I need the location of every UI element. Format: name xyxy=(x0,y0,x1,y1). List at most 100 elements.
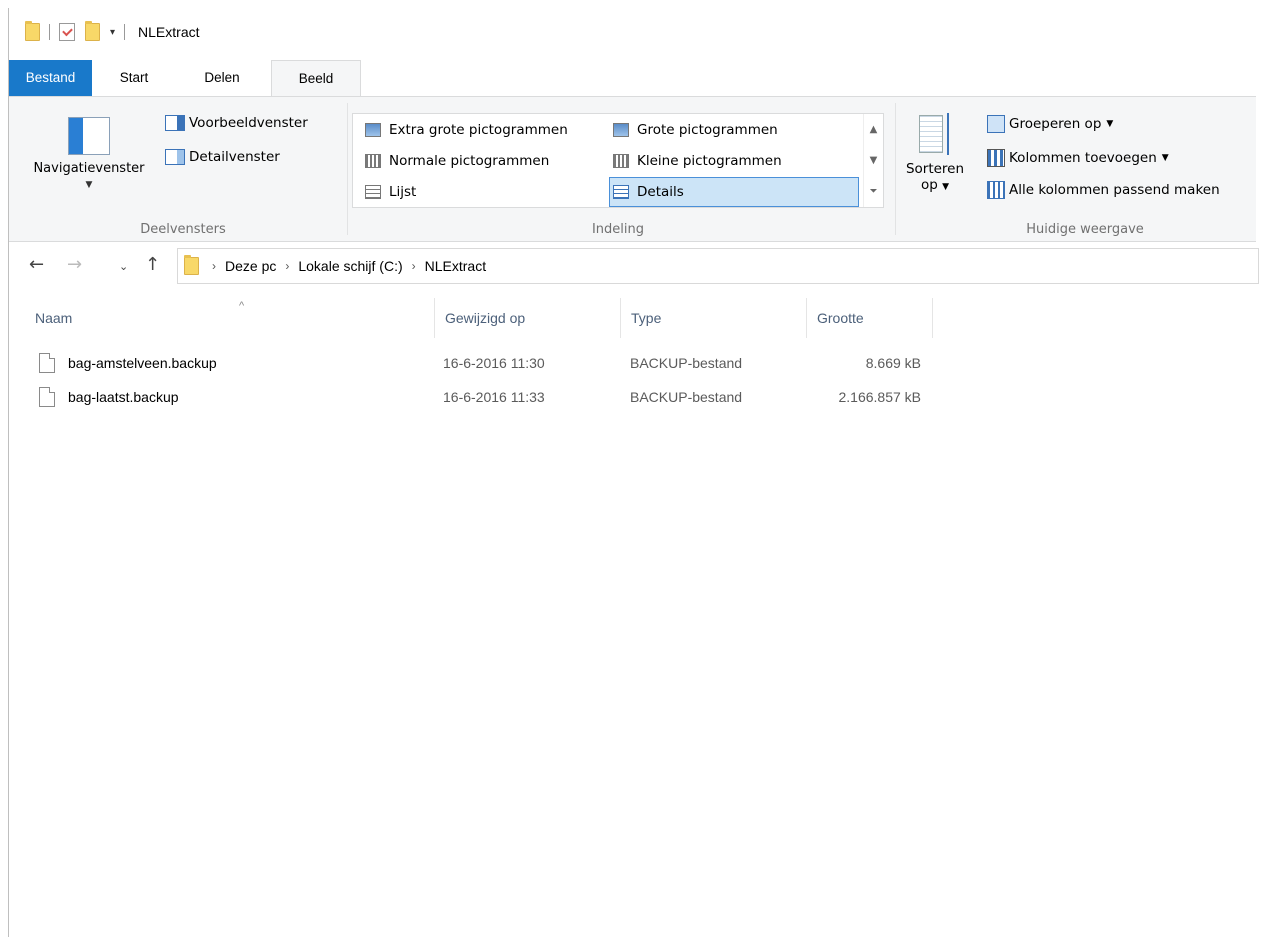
tab-view[interactable]: Beeld xyxy=(271,60,361,97)
tab-start[interactable]: Start xyxy=(105,60,163,96)
file-modified: 16-6-2016 11:33 xyxy=(443,389,545,405)
breadcrumb-separator-icon[interactable]: › xyxy=(285,259,289,273)
group-label-layout: Indeling xyxy=(591,222,645,237)
file-icon xyxy=(39,387,55,407)
layout-item-label: Lijst xyxy=(389,184,417,200)
chevron-down-icon: ▼ xyxy=(942,182,950,192)
layout-item-label: Grote pictogrammen xyxy=(637,122,778,138)
medium-icons-icon xyxy=(365,154,381,168)
layout-details[interactable]: Details xyxy=(609,177,859,207)
add-columns-label: Kolommen toevoegen xyxy=(1009,150,1157,166)
sort-icon xyxy=(917,113,953,157)
sort-by-button[interactable]: Sorteren op ▼ xyxy=(905,113,965,193)
details-icon xyxy=(613,185,629,199)
file-modified: 16-6-2016 11:30 xyxy=(443,355,545,371)
layout-small-icons[interactable]: Kleine pictogrammen xyxy=(613,146,782,176)
scroll-down-icon[interactable]: ▼ xyxy=(864,145,883,176)
column-header-label: Naam xyxy=(35,310,73,326)
column-header-modified[interactable]: Gewijzigd op xyxy=(435,298,621,338)
details-pane-button[interactable]: Detailvenster xyxy=(165,149,280,165)
ribbon-tabs: Bestand Start Delen Beeld xyxy=(9,60,1256,97)
file-type: BACKUP-bestand xyxy=(630,389,743,405)
breadcrumb-this-pc[interactable]: Deze pc xyxy=(225,258,276,274)
details-pane-label: Detailvenster xyxy=(189,149,280,165)
column-header-label: Type xyxy=(631,310,662,326)
tab-share[interactable]: Delen xyxy=(187,60,257,96)
customize-toolbar-icon[interactable]: ▾ xyxy=(110,27,115,38)
group-label-panes: Deelvensters xyxy=(140,222,226,237)
properties-icon[interactable] xyxy=(59,23,75,41)
tab-file[interactable]: Bestand xyxy=(9,60,92,96)
layout-gallery: Extra grote pictogrammen Grote pictogram… xyxy=(352,113,884,208)
file-size: 8.669 kB xyxy=(865,355,921,371)
group-label-current-view: Huidige weergave xyxy=(1026,222,1144,237)
list-icon xyxy=(365,185,381,199)
toolbar-separator xyxy=(49,24,50,40)
layout-medium-icons[interactable]: Normale pictogrammen xyxy=(365,146,549,176)
layout-large-icons[interactable]: Grote pictogrammen xyxy=(613,115,778,145)
toolbar-separator xyxy=(124,24,126,40)
layout-item-label: Normale pictogrammen xyxy=(389,153,550,169)
quick-access-toolbar: ▾ NLExtract xyxy=(25,21,200,42)
group-by-button[interactable]: Groeperen op ▼ xyxy=(987,115,1113,133)
group-by-label: Groeperen op xyxy=(1009,116,1102,132)
file-size: 2.166.857 kB xyxy=(838,389,921,405)
breadcrumb-separator-icon[interactable]: › xyxy=(412,259,416,273)
new-folder-icon[interactable] xyxy=(85,21,100,41)
file-icon xyxy=(39,353,55,373)
navigation-pane-icon xyxy=(68,117,110,155)
sort-ascending-icon: ^ xyxy=(239,300,245,312)
chevron-down-icon: ▼ xyxy=(85,180,93,190)
up-arrow-icon[interactable]: ↑ xyxy=(145,254,160,275)
extra-large-icons-icon xyxy=(365,123,381,137)
add-columns-icon xyxy=(987,149,1005,167)
layout-list[interactable]: Lijst xyxy=(365,177,416,207)
small-icons-icon xyxy=(613,154,629,168)
column-header-label: Grootte xyxy=(817,310,864,326)
group-separator xyxy=(895,103,896,235)
sort-by-label-line2: op xyxy=(920,177,938,193)
forward-arrow-icon[interactable]: → xyxy=(67,254,82,275)
fit-columns-icon xyxy=(987,181,1005,199)
fit-columns-button[interactable]: Alle kolommen passend maken xyxy=(987,181,1220,199)
preview-pane-icon xyxy=(165,115,185,131)
navigation-bar: ← → ⌄ ↑ › Deze pc › Lokale schijf (C:) ›… xyxy=(9,242,1259,290)
column-header-name[interactable]: ^ Naam xyxy=(25,298,435,338)
fit-columns-label: Alle kolommen passend maken xyxy=(1009,182,1220,198)
folder-icon[interactable] xyxy=(25,21,40,41)
sort-by-label-line1: Sorteren xyxy=(905,161,965,177)
ribbon: Navigatievenster ▼ Voorbeeldvenster Deta… xyxy=(9,96,1256,242)
chevron-down-icon[interactable]: ⌄ xyxy=(119,260,128,273)
column-header-size[interactable]: Grootte xyxy=(807,298,933,338)
column-header-label: Gewijzigd op xyxy=(445,310,526,326)
layout-item-label: Details xyxy=(637,184,684,200)
file-name: bag-amstelveen.backup xyxy=(68,355,217,371)
preview-pane-button[interactable]: Voorbeeldvenster xyxy=(165,115,308,131)
large-icons-icon xyxy=(613,123,629,137)
table-row[interactable]: bag-laatst.backup 16-6-2016 11:33 BACKUP… xyxy=(9,382,929,412)
layout-extra-large-icons[interactable]: Extra grote pictogrammen xyxy=(365,115,568,145)
group-by-icon xyxy=(987,115,1005,133)
breadcrumb-local-disk[interactable]: Lokale schijf (C:) xyxy=(298,258,402,274)
column-header-type[interactable]: Type xyxy=(621,298,807,338)
chevron-down-icon: ▼ xyxy=(1161,153,1169,163)
file-name: bag-laatst.backup xyxy=(68,389,179,405)
title-bar: ▾ NLExtract xyxy=(9,8,1256,54)
add-columns-button[interactable]: Kolommen toevoegen ▼ xyxy=(987,149,1169,167)
window-title: NLExtract xyxy=(138,24,200,40)
breadcrumb-separator-icon[interactable]: › xyxy=(212,259,216,273)
breadcrumb-nlextract[interactable]: NLExtract xyxy=(425,258,486,274)
layout-gallery-scrollbar[interactable]: ▲ ▼ ⏷ xyxy=(863,114,883,207)
chevron-down-icon: ▼ xyxy=(1106,119,1114,129)
expand-gallery-icon[interactable]: ⏷ xyxy=(864,176,883,207)
back-arrow-icon[interactable]: ← xyxy=(29,254,44,275)
navigation-pane-label: Navigatievenster xyxy=(33,161,145,176)
scroll-up-icon[interactable]: ▲ xyxy=(864,114,883,145)
layout-item-label: Kleine pictogrammen xyxy=(637,153,782,169)
explorer-window: ▾ NLExtract Bestand Start Delen Beeld Na… xyxy=(8,8,1259,937)
address-bar[interactable]: › Deze pc › Lokale schijf (C:) › NLExtra… xyxy=(177,248,1259,284)
table-row[interactable]: bag-amstelveen.backup 16-6-2016 11:30 BA… xyxy=(9,348,929,378)
navigation-pane-button[interactable]: Navigatievenster ▼ xyxy=(23,117,155,190)
file-type: BACKUP-bestand xyxy=(630,355,743,371)
layout-item-label: Extra grote pictogrammen xyxy=(389,122,568,138)
